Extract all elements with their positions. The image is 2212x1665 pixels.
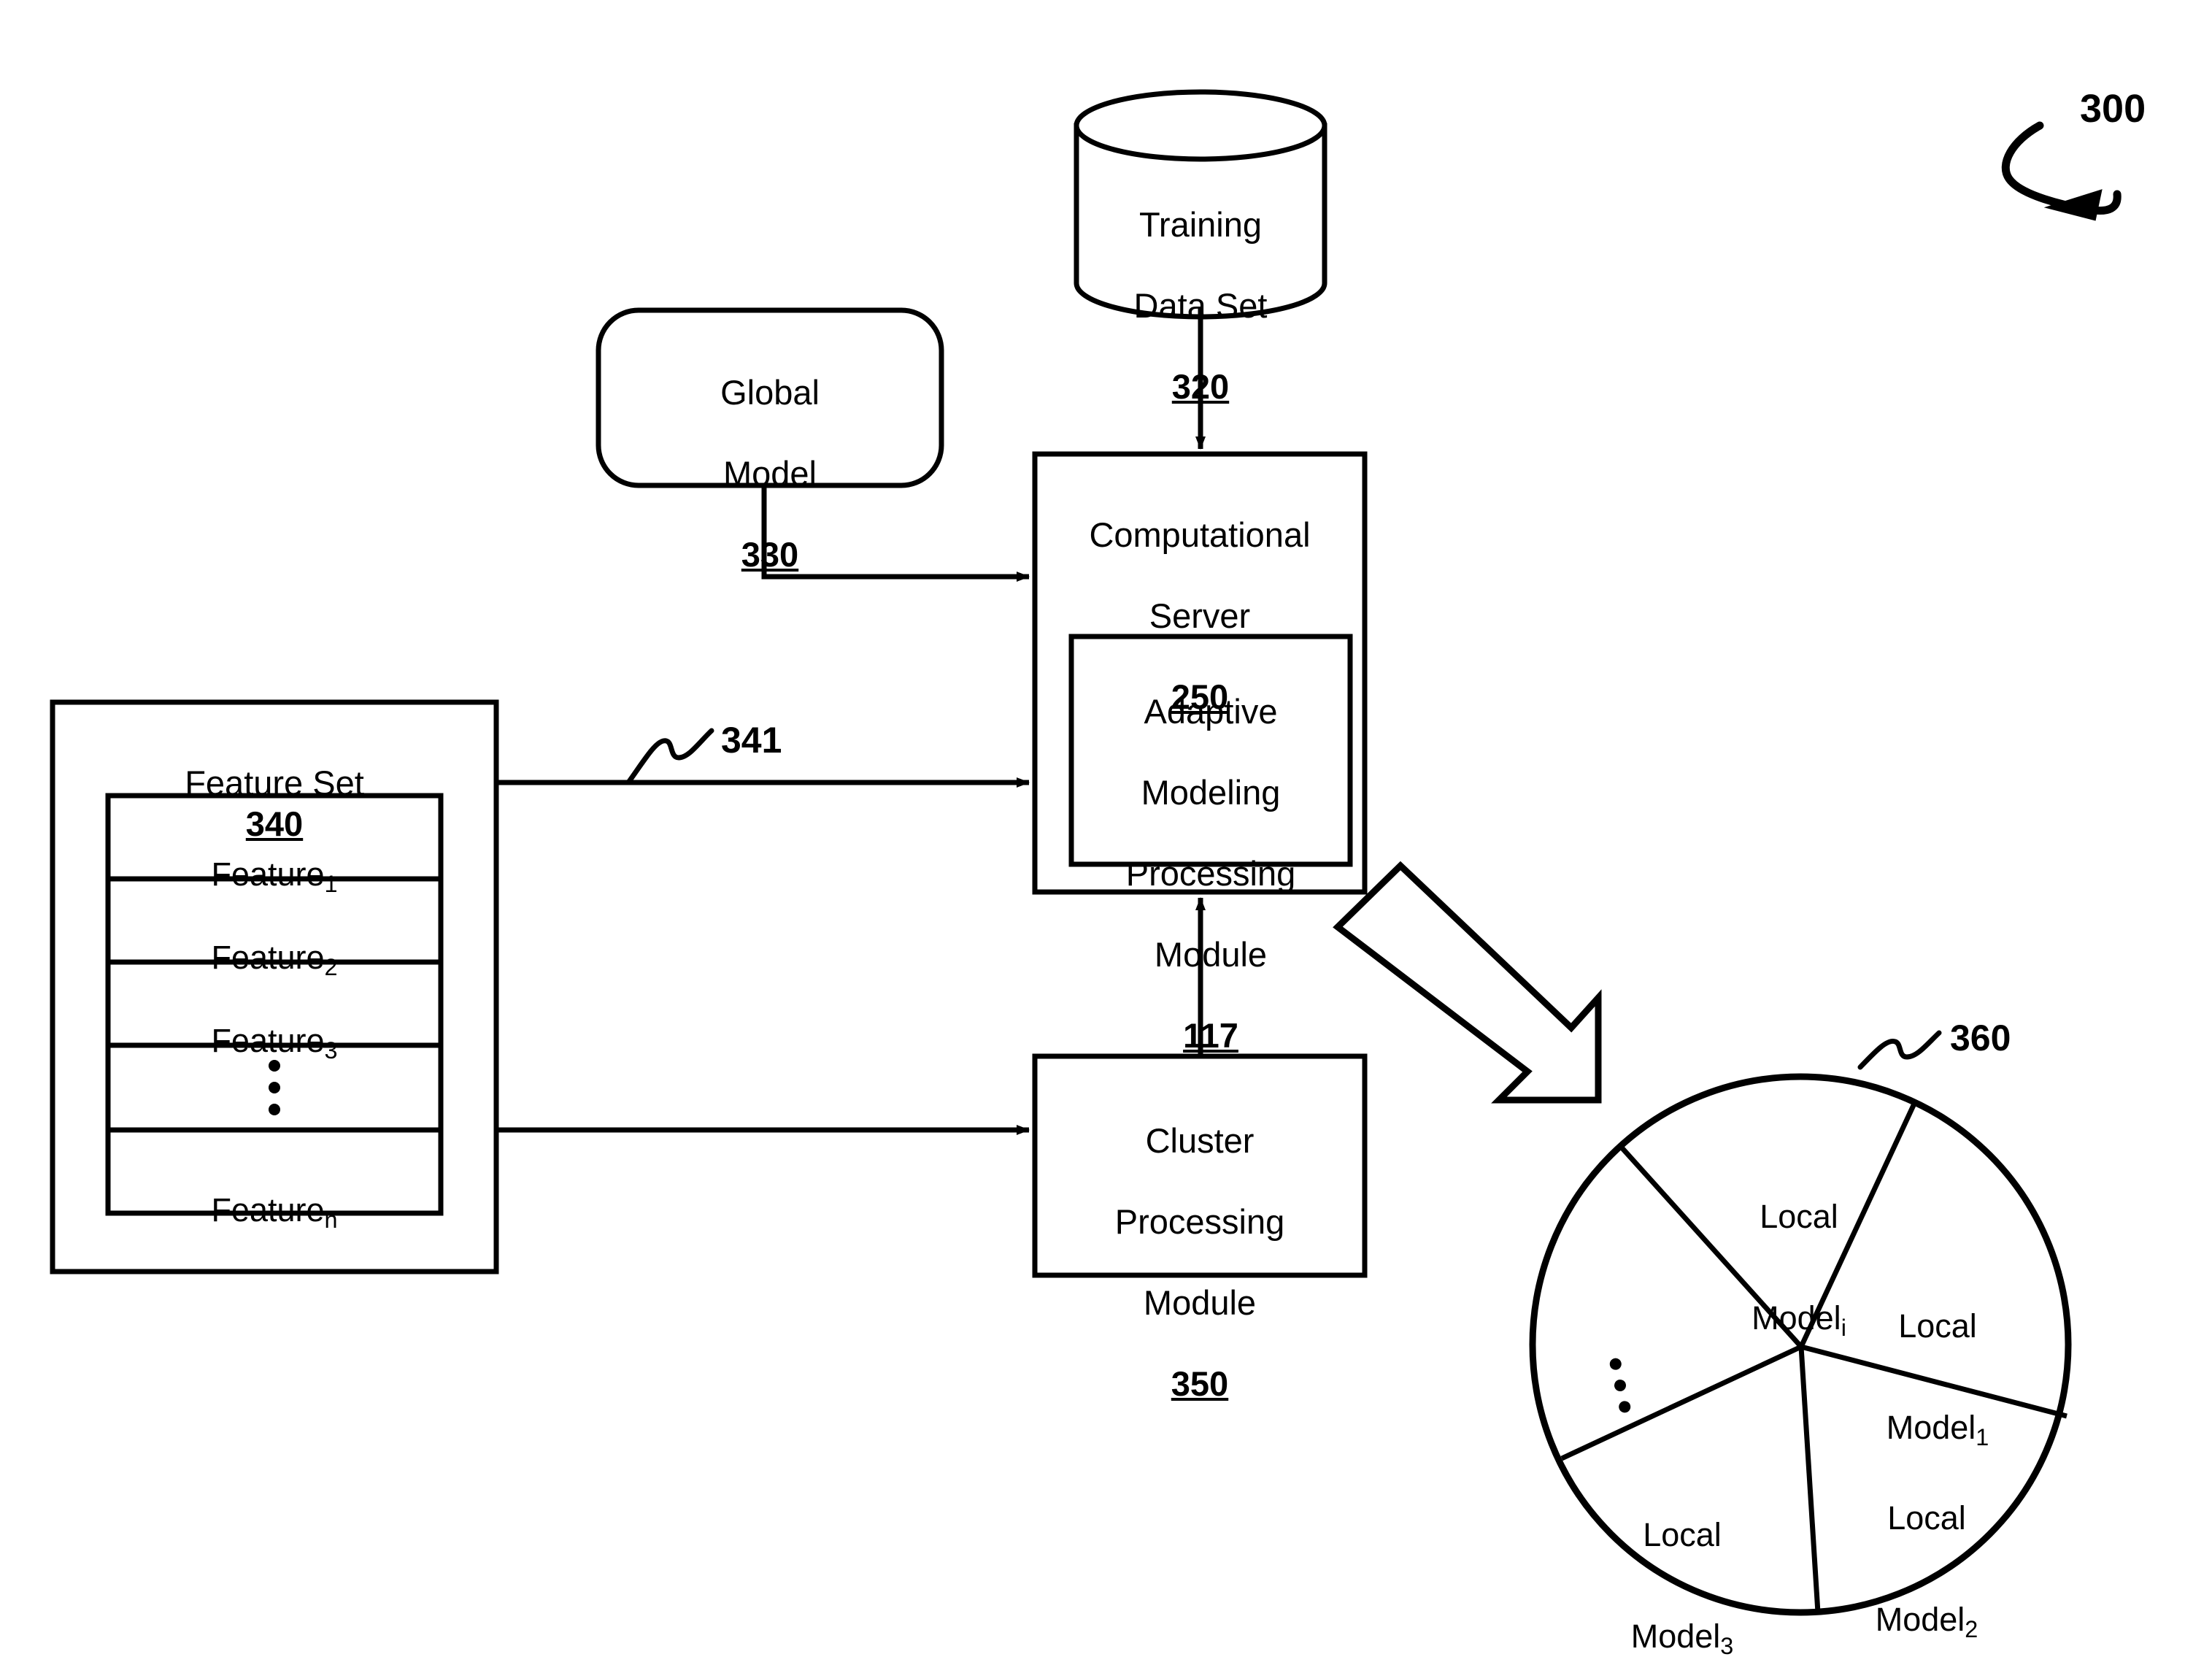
global-model-shape (596, 307, 944, 488)
ellipsis-dot (269, 1104, 280, 1115)
leader-360 (1857, 1030, 1942, 1070)
cluster-processing-module-shape (1032, 1053, 1368, 1278)
feature-row-ellipsis (108, 1051, 441, 1124)
connector-341-ref: 341 (721, 720, 782, 761)
figure-300-arrowhead (2043, 189, 2103, 221)
ellipsis-dot (1617, 1399, 1632, 1414)
ellipsis-dot (269, 1060, 280, 1072)
figure-number: 300 (2080, 87, 2146, 131)
training-data-set-shape (1074, 89, 1327, 320)
ellipsis-dot (1608, 1357, 1623, 1372)
leader-341 (625, 728, 714, 785)
local-models-pie-ref: 360 (1950, 1018, 2011, 1058)
figure-canvas (50, 89, 2122, 1616)
adaptive-modeling-module-shape (1068, 634, 1353, 867)
ellipsis-dot (1613, 1378, 1627, 1393)
connector-global-to-server (761, 485, 1030, 582)
figure-300-curve (2001, 121, 2122, 215)
feature-set-table-shape (105, 793, 444, 1216)
connector-server-to-pie-block-arrow (1333, 861, 1602, 1104)
local-models-pie-shape (1529, 1073, 2072, 1616)
ellipsis-dot (269, 1082, 280, 1093)
